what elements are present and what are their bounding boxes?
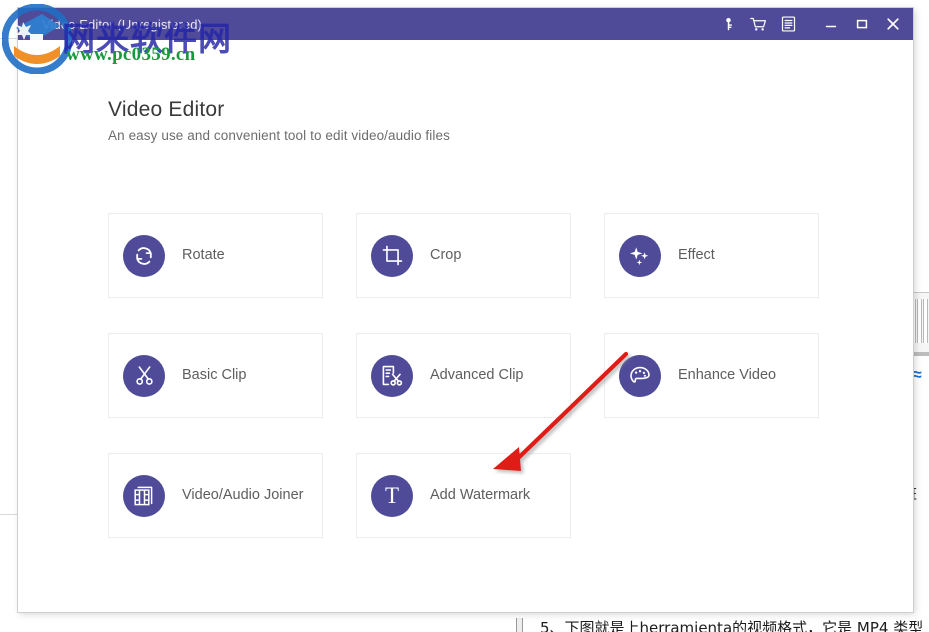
page-subtitle: An easy use and convenient tool to edit … bbox=[108, 128, 450, 143]
card-basic-clip[interactable]: Basic Clip bbox=[108, 333, 323, 418]
text-t-glyph: T bbox=[385, 484, 399, 507]
backdrop-rule-left-top bbox=[0, 38, 18, 39]
cart-icon[interactable] bbox=[743, 8, 773, 40]
card-label: Add Watermark bbox=[430, 486, 530, 506]
card-label: Video/Audio Joiner bbox=[182, 486, 303, 506]
crop-icon bbox=[371, 235, 413, 277]
palette-icon bbox=[619, 355, 661, 397]
card-add-watermark[interactable]: T Add Watermark bbox=[356, 453, 571, 538]
document-scissors-icon bbox=[371, 355, 413, 397]
card-label: Effect bbox=[678, 246, 715, 266]
card-label: Basic Clip bbox=[182, 366, 246, 386]
title-bar-actions bbox=[713, 8, 803, 40]
content-area: Video Editor An easy use and convenient … bbox=[18, 40, 913, 612]
key-icon[interactable] bbox=[713, 8, 743, 40]
window-controls bbox=[815, 8, 913, 40]
page-title: Video Editor bbox=[108, 98, 224, 122]
window-title: Video Editor (Unregistered) bbox=[42, 17, 202, 32]
maximize-button[interactable] bbox=[846, 8, 877, 40]
minimize-button[interactable] bbox=[815, 8, 846, 40]
application-window: Video Editor (Unregistered) bbox=[18, 8, 913, 612]
card-advanced-clip[interactable]: Advanced Clip bbox=[356, 333, 571, 418]
background-bottom-strip: 5、下图就是上herramienta的视频格式，它是 MP4 类型 bbox=[0, 617, 929, 632]
title-bar: Video Editor (Unregistered) bbox=[18, 8, 913, 40]
background-scroll-bar-3 bbox=[923, 299, 928, 343]
menu-icon[interactable] bbox=[773, 8, 803, 40]
card-label: Rotate bbox=[182, 246, 225, 266]
card-label: Enhance Video bbox=[678, 366, 776, 386]
backdrop-rule-left-bottom bbox=[0, 514, 18, 515]
text-t-icon: T bbox=[371, 475, 413, 517]
card-effect[interactable]: Effect bbox=[604, 213, 819, 298]
scissors-icon bbox=[123, 355, 165, 397]
card-crop[interactable]: Crop bbox=[356, 213, 571, 298]
rotate-icon bbox=[123, 235, 165, 277]
card-video-audio-joiner[interactable]: Video/Audio Joiner bbox=[108, 453, 323, 538]
close-button[interactable] bbox=[877, 8, 908, 40]
background-bottom-scrollbar bbox=[516, 618, 523, 632]
card-label: Crop bbox=[430, 246, 461, 266]
sparkle-icon bbox=[619, 235, 661, 277]
film-join-icon bbox=[123, 475, 165, 517]
background-scroll-bar-2 bbox=[917, 299, 922, 343]
background-bottom-text: 5、下图就是上herramienta的视频格式，它是 MP4 类型 bbox=[540, 617, 923, 632]
card-rotate[interactable]: Rotate bbox=[108, 213, 323, 298]
feature-card-grid: Rotate Crop bbox=[108, 213, 818, 538]
card-label: Advanced Clip bbox=[430, 366, 524, 386]
card-enhance-video[interactable]: Enhance Video bbox=[604, 333, 819, 418]
